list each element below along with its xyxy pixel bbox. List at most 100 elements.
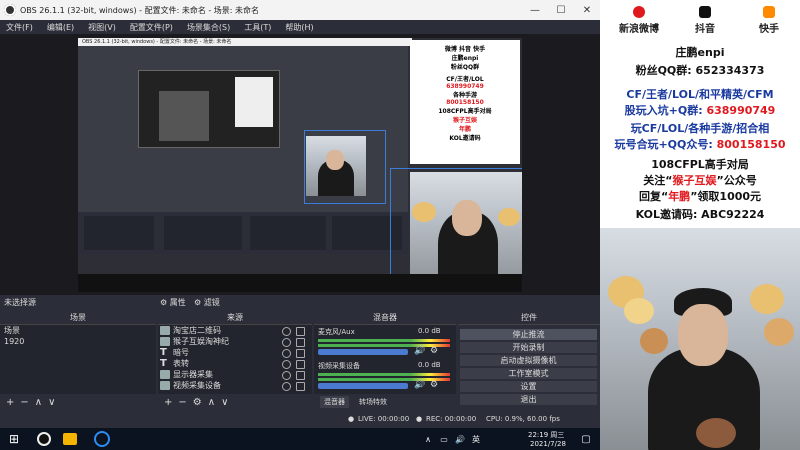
rec-time: REC: 00:00:00 — [426, 415, 477, 423]
transition-tab[interactable]: 转场特效 — [355, 396, 391, 408]
cfpl-line: 108CFPL高手对局 — [651, 158, 749, 171]
play-line: 玩CF/LOL/各种手游/招合相 — [630, 122, 770, 135]
mixer-panel: 麦克风/Aux 0.0 dB 🔊 ⚙ 视频采集设备 0.0 dB 🔊 ⚙ — [314, 325, 456, 394]
virtual-camera-button[interactable]: 启动虚拟摄像机 — [459, 354, 598, 367]
add-icon[interactable]: + — [6, 397, 14, 408]
remove-icon[interactable]: − — [178, 397, 186, 408]
app-taskbar-icon[interactable] — [62, 431, 78, 447]
source-item[interactable]: 显示器采集 — [158, 369, 312, 380]
source-item[interactable]: 视频采集设备 — [158, 380, 312, 391]
nested-taskbar — [78, 274, 522, 292]
source-item[interactable]: T 暗号 — [158, 347, 312, 358]
menu-edit[interactable]: 编辑(E) — [47, 22, 74, 33]
speaker-icon[interactable]: 🔊 — [414, 346, 425, 356]
mixer-channel-2-db: 0.0 dB — [418, 361, 441, 369]
scene-item[interactable]: 1920 — [0, 336, 156, 347]
exit-button[interactable]: 退出 — [459, 393, 598, 406]
add-icon[interactable]: + — [164, 397, 172, 408]
taskbar-date[interactable]: 2021/7/28 — [530, 440, 566, 448]
rec-dot-icon: ● — [416, 415, 423, 423]
source-item[interactable]: 猴子互娱淘神纪 — [158, 336, 312, 347]
lock-icon[interactable] — [296, 349, 305, 358]
text-icon: T — [160, 347, 167, 358]
studio-mode-button[interactable]: 工作室模式 — [459, 367, 598, 380]
gear-icon[interactable]: ⚙ — [193, 397, 202, 408]
properties-tab[interactable]: ⚙ 属性 — [160, 297, 186, 308]
settings-button[interactable]: 设置 — [459, 380, 598, 393]
live-time: LIVE: 00:00:00 — [358, 415, 410, 423]
remove-icon[interactable]: − — [20, 397, 28, 408]
lock-icon[interactable] — [296, 371, 305, 380]
sources-toolbar: + − ⚙ ∧ ∨ — [158, 395, 312, 409]
gear-icon: ⚙ — [160, 298, 168, 307]
eye-icon[interactable] — [282, 338, 291, 347]
taskbar-time[interactable]: 22:19 周三 — [528, 430, 564, 440]
menu-scene-collection[interactable]: 场景集合(S) — [187, 22, 230, 33]
stop-streaming-button[interactable]: 停止推流 — [459, 328, 598, 341]
sources-list: 淘宝店二维码 猴子互娱淘神纪 T 暗号 T 表转 显示器采集 视频采集设备 — [158, 325, 312, 394]
lock-icon[interactable] — [296, 382, 305, 391]
windows-start-icon[interactable]: ⊞ — [6, 431, 22, 447]
eye-icon[interactable] — [282, 349, 291, 358]
no-source-label: 未选择源 — [4, 298, 36, 307]
monitor-icon — [160, 370, 170, 379]
menu-view[interactable]: 视图(V) — [88, 22, 116, 33]
douyin-item: 抖音 — [680, 6, 730, 40]
windows-taskbar: ⊞ ∧ ▭ 🔊 英 22:19 周三 2021/7/28 ▢ — [0, 428, 600, 450]
gear-icon[interactable]: ⚙ — [430, 346, 438, 356]
kuaishou-item: 快手 — [744, 6, 794, 40]
start-recording-button[interactable]: 开始录制 — [459, 341, 598, 354]
down-arrow-icon[interactable]: ∨ — [221, 397, 228, 408]
lock-icon[interactable] — [296, 360, 305, 369]
menu-help[interactable]: 帮助(H) — [285, 22, 313, 33]
network-icon[interactable]: ▭ — [436, 431, 452, 447]
obs-taskbar-icon[interactable] — [36, 431, 52, 447]
close-icon[interactable]: ✕ — [574, 0, 600, 20]
gear-icon[interactable]: ⚙ — [430, 380, 438, 390]
promo-poster: 新浪微博 抖音 快手 庄鹏enpi 粉丝QQ群: 652334373 CF/王者… — [600, 0, 800, 228]
up-arrow-icon[interactable]: ∧ — [35, 397, 42, 408]
scene-item[interactable]: 场景 — [0, 325, 156, 336]
mixer-channel-1-db: 0.0 dB — [418, 327, 441, 335]
up-arrow-icon[interactable]: ∧ — [208, 397, 215, 408]
filters-tab[interactable]: ⚙ 滤镜 — [194, 297, 220, 308]
volume-slider-2[interactable] — [318, 383, 408, 389]
source-item[interactable]: 淘宝店二维码 — [158, 325, 312, 336]
preview-area[interactable]: OBS 26.1.1 (32-bit, windows) - 配置文件: 未命名… — [0, 34, 600, 295]
scenes-list: 场景 1920 — [0, 325, 156, 394]
preview-camera — [410, 172, 522, 290]
eye-icon[interactable] — [282, 382, 291, 391]
notification-icon[interactable]: ▢ — [578, 431, 594, 447]
eye-icon[interactable] — [282, 327, 291, 336]
speaker-icon[interactable]: 🔊 — [414, 380, 425, 390]
scenes-toolbar: + − ∧ ∨ — [0, 395, 156, 409]
minimize-icon[interactable]: — — [522, 0, 548, 20]
menu-file[interactable]: 文件(F) — [6, 22, 33, 33]
volume-icon[interactable]: 🔊 — [452, 431, 468, 447]
source-item[interactable]: T 表转 — [158, 358, 312, 369]
down-arrow-icon[interactable]: ∨ — [48, 397, 55, 408]
mixer-tab[interactable]: 混音器 — [320, 396, 349, 408]
image-icon — [160, 337, 170, 346]
webcam-feed — [600, 228, 800, 450]
camera-icon — [160, 381, 170, 390]
ime-icon[interactable]: 英 — [468, 431, 484, 447]
kol-code: KOL邀请码: ABC92224 — [635, 208, 765, 221]
tray-up-icon[interactable]: ∧ — [420, 431, 436, 447]
eye-icon[interactable] — [282, 371, 291, 380]
browser-taskbar-icon[interactable] — [94, 431, 110, 447]
lock-icon[interactable] — [296, 327, 305, 336]
reply-line: 回复“年鹏”领取1000元 — [638, 190, 762, 203]
volume-slider-1[interactable] — [318, 349, 408, 355]
title-bar: OBS 26.1.1 (32-bit, windows) - 配置文件: 未命名… — [0, 0, 600, 20]
maximize-icon[interactable]: ☐ — [548, 0, 574, 20]
menu-profile[interactable]: 配置文件(P) — [130, 22, 173, 33]
streamer-name: 庄鹏enpi — [675, 46, 725, 59]
lock-icon[interactable] — [296, 338, 305, 347]
mixer-tabs: 混音器 转场特效 — [314, 395, 456, 409]
eye-icon[interactable] — [282, 360, 291, 369]
menu-tools[interactable]: 工具(T) — [244, 22, 271, 33]
nested-poster: 微博 抖音 快手 庄鹏enpi 粉丝QQ群 CF/王者/LOL 63899074… — [410, 40, 520, 164]
controls-header: 控件 — [458, 312, 600, 325]
nested-preview — [138, 70, 280, 148]
